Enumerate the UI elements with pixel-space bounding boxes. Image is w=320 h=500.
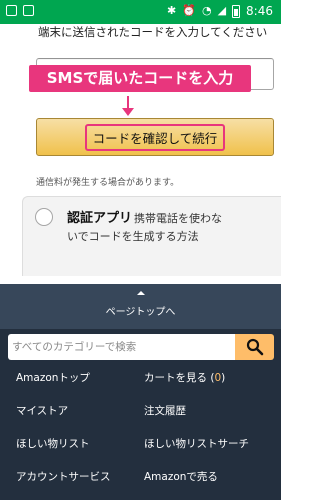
search-input[interactable]: すべてのカテゴリーで検索 xyxy=(8,334,236,360)
search-bar: すべてのカテゴリーで検索 xyxy=(8,334,274,360)
footer-link-order-history[interactable]: 注文履歴 xyxy=(144,403,186,418)
auth-app-description-line1: 携帯電話を使わな xyxy=(134,212,222,225)
cart-link-label: カートを見る ( xyxy=(144,372,215,384)
search-icon xyxy=(246,338,264,356)
search-button[interactable] xyxy=(235,334,274,360)
annotation-arrow-icon xyxy=(122,96,134,116)
auth-app-title: 認証アプリ xyxy=(67,211,133,226)
footer-link-amazon-top[interactable]: Amazonトップ xyxy=(16,370,90,385)
cart-link-close: ) xyxy=(221,372,226,384)
gallery-icon xyxy=(6,5,17,16)
otp-instruction: 端末に送信されたコードを入力してください xyxy=(38,25,268,39)
footer-link-cart[interactable]: カートを見る (0) xyxy=(144,370,225,385)
caret-up-icon xyxy=(137,291,145,295)
wifi-icon: ◔ xyxy=(201,4,212,17)
auth-app-option[interactable]: 認証アプリ 携帯電話を使わな いでコードを生成する方法 xyxy=(22,196,281,276)
back-to-top-label: ページトップへ xyxy=(105,307,176,318)
signal-icon: ◢ xyxy=(217,4,227,17)
alarm-icon: ⏰ xyxy=(182,4,196,17)
status-left xyxy=(6,5,34,16)
footer-link-sell-on-amazon[interactable]: Amazonで売る xyxy=(144,469,218,484)
bluetooth-icon: ✱ xyxy=(167,4,177,17)
status-right: ✱ ⏰ ◔ ◢ 8:46 xyxy=(167,4,273,18)
annotation-highlight-frame: コードを確認して続行 xyxy=(84,123,226,151)
photo-icon xyxy=(23,5,34,16)
auth-app-description-line2: いでコードを生成する方法 xyxy=(67,230,199,243)
battery-icon xyxy=(232,4,241,18)
confirm-code-button[interactable]: コードを確認して続行 xyxy=(36,118,274,156)
arrow-head xyxy=(122,108,134,116)
fee-note: 通信料が発生する場合があります。 xyxy=(36,178,180,188)
auth-app-radio[interactable] xyxy=(35,208,53,226)
back-to-top-button[interactable]: ページトップへ xyxy=(0,284,281,329)
footer-link-account-service[interactable]: アカウントサービス xyxy=(16,469,111,484)
status-bar: ✱ ⏰ ◔ ◢ 8:46 xyxy=(0,0,281,24)
footer-link-wishlist-search[interactable]: ほしい物リストサーチ xyxy=(144,436,249,451)
annotation-label: SMSで届いたコードを入力 xyxy=(29,65,251,92)
otp-verification-content: 端末に送信されたコードを入力してください SMSで届いたコードを入力 コードを確… xyxy=(0,24,281,284)
footer-link-my-store[interactable]: マイストア xyxy=(16,403,68,418)
status-time: 8:46 xyxy=(246,4,273,18)
confirm-code-button-label: コードを確認して続行 xyxy=(92,130,218,146)
footer-link-wishlist[interactable]: ほしい物リスト xyxy=(16,436,90,451)
footer: ページトップへ すべてのカテゴリーで検索 Amazonトップ カートを見る (0… xyxy=(0,284,281,500)
